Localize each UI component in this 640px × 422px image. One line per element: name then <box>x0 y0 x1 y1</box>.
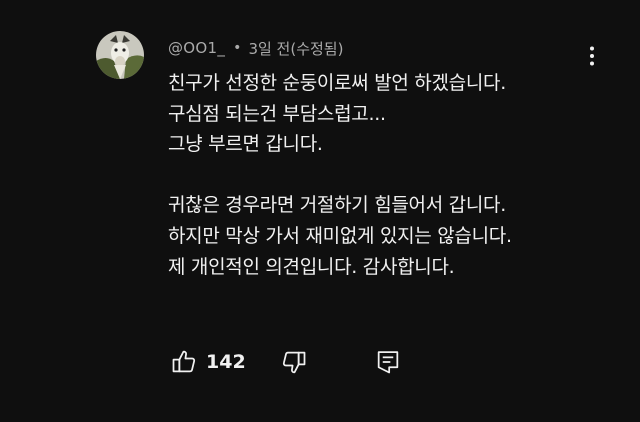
comment-author[interactable]: @OO1_ <box>168 39 225 57</box>
more-vert-icon <box>590 46 594 66</box>
comment-action-bar: 142 <box>168 342 404 382</box>
edited-label: (수정됨) <box>290 39 344 58</box>
comment-line: 그냥 부르면 갑니다. <box>168 133 323 156</box>
avatar[interactable] <box>96 31 144 79</box>
comment-line: 귀찮은 경우라면 거절하기 힘들어서 갑니다. <box>168 194 506 217</box>
reply-button[interactable] <box>372 346 404 378</box>
comment-line: 하지만 막상 가서 재미없게 있지는 않습니다. <box>168 224 512 247</box>
more-actions-button[interactable] <box>580 44 604 68</box>
dislike-button[interactable] <box>278 346 310 378</box>
comment-blank-line <box>168 160 608 191</box>
like-button[interactable] <box>168 346 200 378</box>
thumbs-down-icon <box>282 351 306 374</box>
thumbs-up-icon <box>172 350 196 373</box>
comment-line: 제 개인적인 의견입니다. 감사합니다. <box>168 255 455 278</box>
comment-timestamp[interactable]: 3일 전 <box>248 38 290 59</box>
comment-header: @OO1_ • 3일 전 (수정됨) <box>168 36 343 60</box>
comment-line: 친구가 선정한 순둥이로써 발언 하겠습니다. <box>168 72 506 94</box>
header-separator: • <box>233 40 242 56</box>
comment-text: 친구가 선정한 순둥이로써 발언 하겠습니다. 구심점 되는건 부담스럽고...… <box>168 68 608 282</box>
avatar-image <box>96 31 144 79</box>
reply-comment-icon <box>377 351 399 374</box>
comment-thread: @OO1_ • 3일 전 (수정됨) 친구가 선정한 순둥이로써 발언 하겠습니… <box>0 0 640 422</box>
like-count: 142 <box>206 351 246 373</box>
comment-line: 구심점 되는건 부담스럽고... <box>168 102 386 125</box>
